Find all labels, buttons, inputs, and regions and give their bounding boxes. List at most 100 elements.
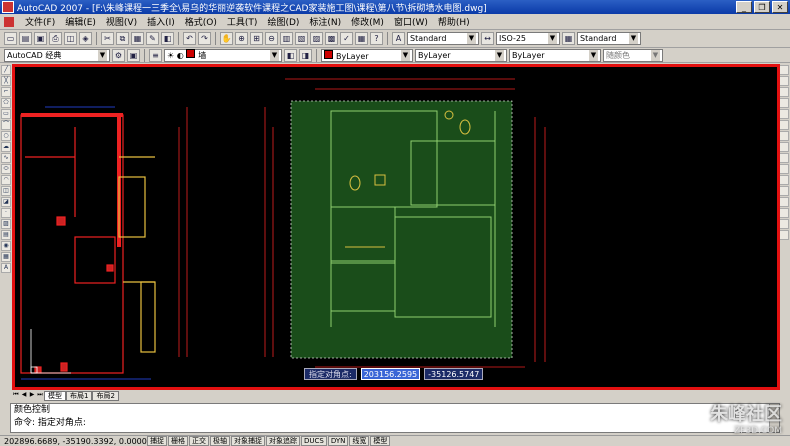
array-icon[interactable] <box>779 109 789 119</box>
point-icon[interactable]: · <box>1 208 11 218</box>
ellipse-icon[interactable]: ⬭ <box>1 164 11 174</box>
tab-layout2[interactable]: 布局2 <box>92 390 119 401</box>
markup-icon[interactable]: ✓ <box>340 32 353 45</box>
lineweight-toggle[interactable]: 线宽 <box>349 436 370 446</box>
cut-icon[interactable]: ✂ <box>101 32 114 45</box>
dynamic-input-y-field[interactable]: -35126.5747 <box>424 368 484 380</box>
print-icon[interactable]: ⎙ <box>49 32 62 45</box>
tool-palettes-icon[interactable]: ▨ <box>310 32 323 45</box>
polyline-icon[interactable]: ⌐ <box>1 87 11 97</box>
ortho-toggle[interactable]: 正交 <box>189 436 209 446</box>
break-icon[interactable] <box>779 186 789 196</box>
restore-button[interactable]: ❐ <box>754 1 770 13</box>
osnap-toggle[interactable]: 对象捕捉 <box>231 436 265 446</box>
rotate-icon[interactable] <box>779 131 789 141</box>
menu-window[interactable]: 窗口(W) <box>389 15 433 28</box>
offset-icon[interactable] <box>779 98 789 108</box>
scale-icon[interactable] <box>779 142 789 152</box>
join-icon[interactable] <box>779 197 789 207</box>
line-icon[interactable]: ╱ <box>1 65 11 75</box>
make-block-icon[interactable]: ◪ <box>1 197 11 207</box>
menu-view[interactable]: 视图(V) <box>101 15 142 28</box>
plot-style-dropdown[interactable]: 随颜色 ▼ <box>603 48 663 62</box>
otrack-toggle[interactable]: 对象追踪 <box>266 436 300 446</box>
move-icon[interactable] <box>779 120 789 130</box>
dim-style-dropdown[interactable]: ISO-25 ▼ <box>496 32 560 45</box>
zoom-window-icon[interactable]: ⊞ <box>250 32 263 45</box>
multiline-text-icon[interactable]: A <box>1 263 11 273</box>
region-icon[interactable]: ◉ <box>1 241 11 251</box>
autocad-app-icon[interactable] <box>2 1 14 13</box>
command-prompt-line[interactable]: 命令: 指定对角点: <box>11 417 779 430</box>
tab-last-icon[interactable]: ⏭ <box>36 391 44 400</box>
redo-icon[interactable]: ↷ <box>198 32 211 45</box>
tab-prev-icon[interactable]: ◀ <box>20 391 28 400</box>
stretch-icon[interactable] <box>779 153 789 163</box>
text-style-dropdown[interactable]: Standard ▼ <box>407 32 479 45</box>
help-icon[interactable]: ? <box>370 32 383 45</box>
polygon-icon[interactable]: ⬠ <box>1 98 11 108</box>
document-icon[interactable] <box>4 16 14 27</box>
linetype-dropdown[interactable]: ByLayer ▼ <box>415 48 507 62</box>
close-button[interactable]: ✕ <box>772 1 788 13</box>
table-icon[interactable]: ▦ <box>1 252 11 262</box>
match-properties-icon[interactable]: ✎ <box>146 32 159 45</box>
pan-icon[interactable]: ✋ <box>220 32 233 45</box>
design-center-icon[interactable]: ▧ <box>295 32 308 45</box>
menu-insert[interactable]: 插入(I) <box>142 15 180 28</box>
dyn-toggle[interactable]: DYN <box>327 436 349 446</box>
ellipse-arc-icon[interactable]: ◠ <box>1 175 11 185</box>
menu-format[interactable]: 格式(O) <box>180 15 222 28</box>
tab-next-icon[interactable]: ▶ <box>28 391 36 400</box>
menu-edit[interactable]: 编辑(E) <box>60 15 101 28</box>
zoom-previous-icon[interactable]: ⊖ <box>265 32 278 45</box>
erase-icon[interactable] <box>779 65 789 75</box>
arc-icon[interactable]: ⌒ <box>1 120 11 130</box>
new-file-icon[interactable]: ▭ <box>4 32 17 45</box>
workspace-dropdown[interactable]: AutoCAD 经典 ▼ <box>4 48 110 62</box>
copy-object-icon[interactable] <box>779 76 789 86</box>
minimize-button[interactable]: _ <box>736 1 752 13</box>
construction-line-icon[interactable]: ╳ <box>1 76 11 86</box>
properties-icon[interactable]: ▥ <box>280 32 293 45</box>
copy-icon[interactable]: ⧉ <box>116 32 129 45</box>
calculator-icon[interactable]: ▦ <box>355 32 368 45</box>
extend-icon[interactable] <box>779 175 789 185</box>
lineweight-dropdown[interactable]: ByLayer ▼ <box>509 48 601 62</box>
workspace-save-icon[interactable]: ▣ <box>127 48 140 62</box>
ducs-toggle[interactable]: DUCS <box>301 436 327 446</box>
model-toggle[interactable]: 模型 <box>370 436 391 446</box>
block-editor-icon[interactable]: ◧ <box>161 32 174 45</box>
save-icon[interactable]: ▣ <box>34 32 47 45</box>
zoom-realtime-icon[interactable]: ⊕ <box>235 32 248 45</box>
trim-icon[interactable] <box>779 164 789 174</box>
revision-cloud-icon[interactable]: ☁ <box>1 142 11 152</box>
snap-toggle[interactable]: 捕捉 <box>147 436 167 446</box>
menu-file[interactable]: 文件(F) <box>20 15 60 28</box>
menu-modify[interactable]: 修改(M) <box>346 15 389 28</box>
polar-toggle[interactable]: 极轴 <box>210 436 230 446</box>
rectangle-icon[interactable]: ▭ <box>1 109 11 119</box>
chamfer-icon[interactable] <box>779 208 789 218</box>
layer-dropdown[interactable]: ☀ ◐ 墙 ▼ <box>164 48 282 62</box>
drawing-canvas[interactable] <box>12 64 780 390</box>
workspace-settings-icon[interactable]: ⚙ <box>112 48 125 62</box>
open-file-icon[interactable]: ▤ <box>19 32 32 45</box>
dynamic-input-x-field[interactable]: 203156.2595 <box>360 368 421 380</box>
circle-icon[interactable]: ○ <box>1 131 11 141</box>
sheet-set-icon[interactable]: ▩ <box>325 32 338 45</box>
spline-icon[interactable]: ∿ <box>1 153 11 163</box>
insert-block-icon[interactable]: ◫ <box>1 186 11 196</box>
tab-first-icon[interactable]: ⏮ <box>12 391 20 400</box>
layer-manager-icon[interactable]: ≡ <box>149 48 162 62</box>
color-dropdown[interactable]: ByLayer ▼ <box>321 48 413 62</box>
layer-previous-icon[interactable]: ◨ <box>299 48 312 62</box>
menu-dimension[interactable]: 标注(N) <box>304 15 346 28</box>
undo-icon[interactable]: ↶ <box>183 32 196 45</box>
tab-model[interactable]: 模型 <box>44 390 66 401</box>
menu-tools[interactable]: 工具(T) <box>222 15 263 28</box>
menu-draw[interactable]: 绘图(D) <box>262 15 304 28</box>
menu-help[interactable]: 帮助(H) <box>433 15 475 28</box>
gradient-icon[interactable]: ▤ <box>1 230 11 240</box>
mirror-icon[interactable] <box>779 87 789 97</box>
